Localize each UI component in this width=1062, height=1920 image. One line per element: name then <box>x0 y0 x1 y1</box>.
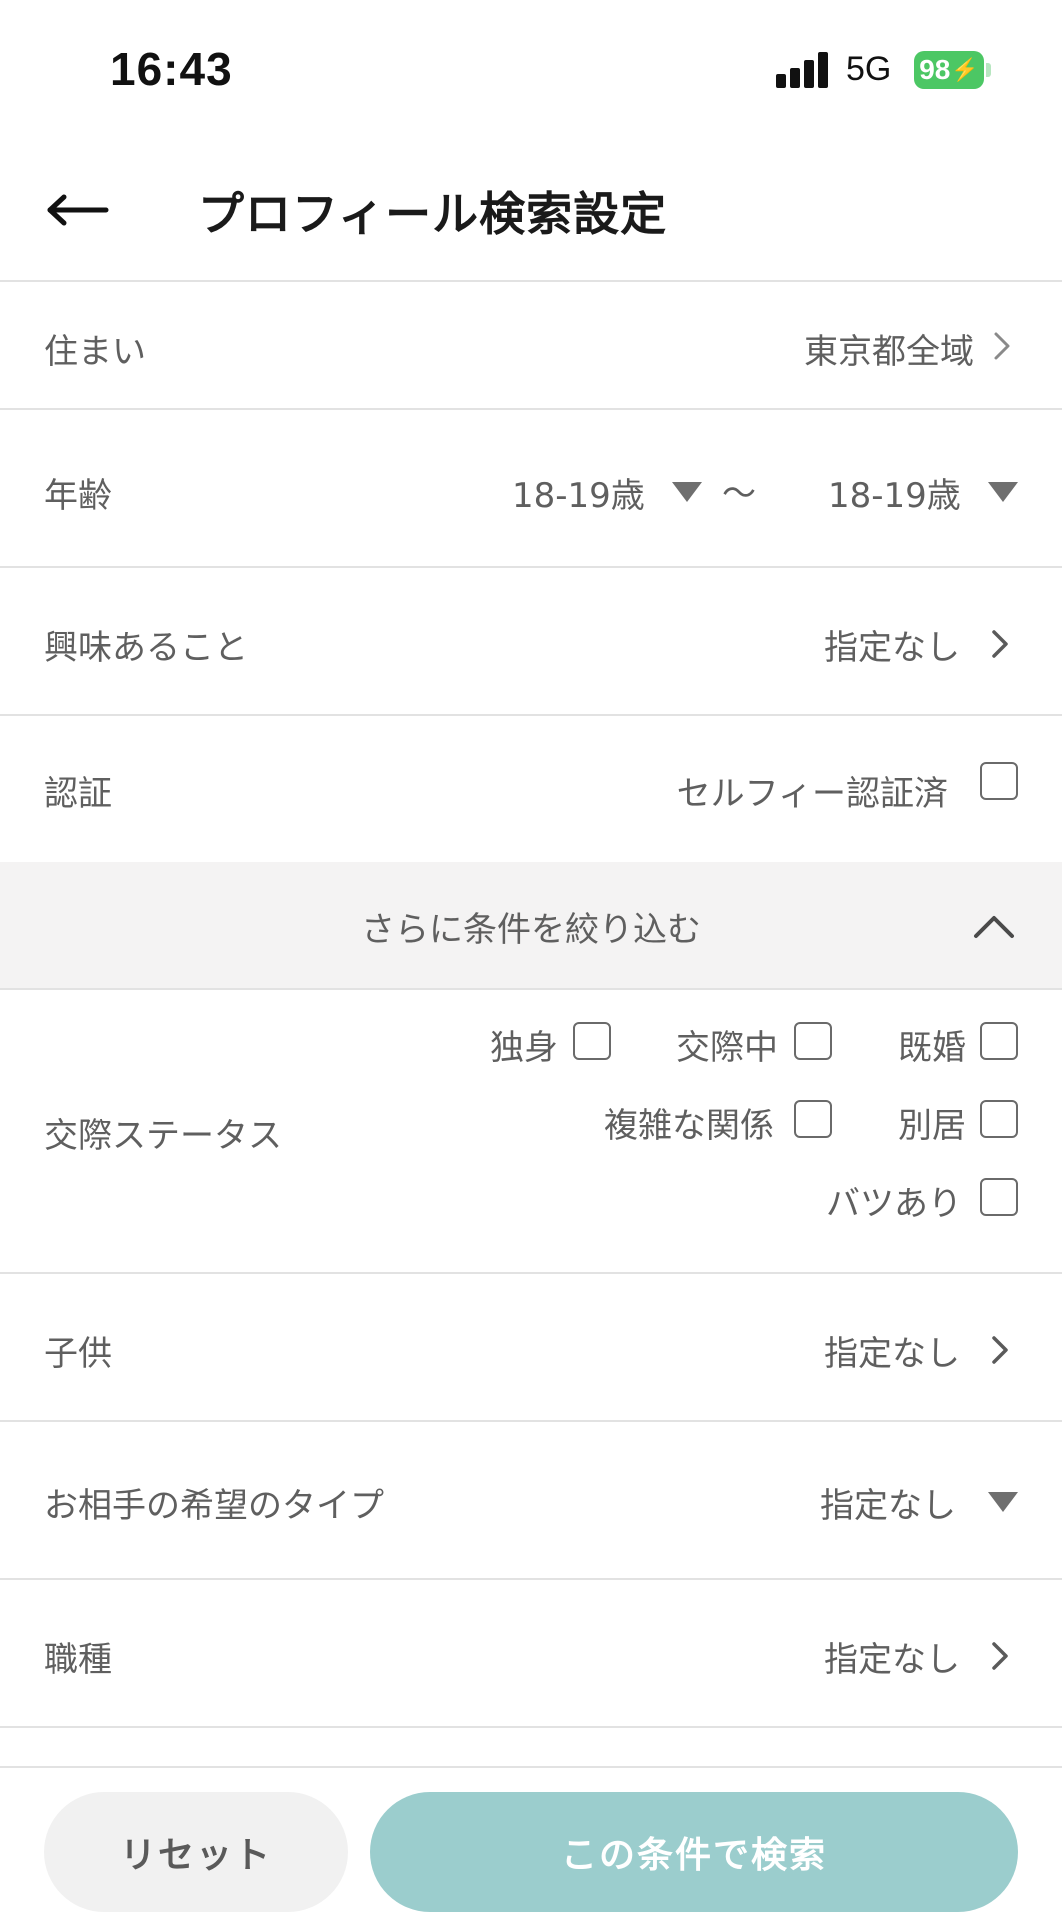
age-separator: 〜 <box>722 474 756 514</box>
dropdown-arrow-icon[interactable] <box>988 482 1018 502</box>
verification-label: 認証 <box>44 774 112 814</box>
interests-label: 興味あること <box>44 628 248 668</box>
search-button[interactable]: この条件で検索 <box>370 1792 1018 1912</box>
status-dating-label: 交際中 <box>676 1028 778 1068</box>
status-single-label: 独身 <box>490 1028 558 1068</box>
relationship-status-label: 交際ステータス <box>44 1116 282 1156</box>
occupation-label: 職種 <box>44 1640 112 1680</box>
relationship-status-row: 交際ステータス 独身 交際中 既婚 複雑な関係 別居 バツあり <box>0 990 1062 1272</box>
dropdown-arrow-icon <box>988 1492 1018 1512</box>
age-max-select[interactable]: 18-19歳 <box>828 468 961 517</box>
chevron-right-icon <box>994 332 1010 360</box>
occupation-row[interactable]: 職種 指定なし <box>0 1580 1062 1726</box>
status-complicated-label: 複雑な関係 <box>604 1106 774 1146</box>
children-row[interactable]: 子供 指定なし <box>0 1274 1062 1420</box>
status-single-checkbox[interactable] <box>573 1022 611 1060</box>
search-settings-screen: 16:43 5G 98 ⚡ プロフィール検索設定 住まい 東京都全域 年齢 18… <box>0 0 1062 1920</box>
status-divorced-label: バツあり <box>826 1184 962 1224</box>
status-divorced-checkbox[interactable] <box>980 1178 1018 1216</box>
network-type: 5G <box>846 50 892 88</box>
residence-value: 東京都全域 <box>804 332 974 372</box>
selfie-verified-checkbox[interactable] <box>980 762 1018 800</box>
residence-label: 住まい <box>44 332 146 372</box>
battery-level: 98 <box>919 54 951 85</box>
status-bar: 16:43 5G 98 ⚡ <box>0 0 1062 140</box>
children-value: 指定なし <box>824 1334 960 1374</box>
header: プロフィール検索設定 <box>0 140 1062 280</box>
status-separated-checkbox[interactable] <box>980 1100 1018 1138</box>
interests-value: 指定なし <box>824 628 960 668</box>
chevron-up-icon <box>974 916 1014 938</box>
partner-type-value: 指定なし <box>820 1486 956 1526</box>
age-label: 年齢 <box>44 476 112 516</box>
status-married-label: 既婚 <box>898 1028 966 1068</box>
verification-row: 認証 セルフィー認証済 <box>0 716 1062 862</box>
interests-row[interactable]: 興味あること 指定なし <box>0 568 1062 714</box>
partner-type-row[interactable]: お相手の希望のタイプ 指定なし <box>0 1422 1062 1578</box>
dropdown-arrow-icon[interactable] <box>672 482 702 502</box>
status-time: 16:43 <box>110 43 233 95</box>
chevron-right-icon <box>992 630 1008 658</box>
partner-type-label: お相手の希望のタイプ <box>44 1486 384 1526</box>
bottom-action-bar: リセット この条件で検索 <box>0 1768 1062 1920</box>
divider <box>0 1726 1062 1728</box>
selfie-verified-label: セルフィー認証済 <box>676 774 948 814</box>
status-separated-label: 別居 <box>898 1106 966 1146</box>
battery-nub <box>986 63 991 77</box>
age-row: 年齢 18-19歳 〜 18-19歳 <box>0 410 1062 566</box>
more-filters-label: さらに条件を絞り込む <box>361 910 701 950</box>
residence-row[interactable]: 住まい 東京都全域 <box>0 282 1062 408</box>
chevron-right-icon <box>992 1642 1008 1670</box>
charging-bolt-icon: ⚡ <box>951 57 979 82</box>
page-title: プロフィール検索設定 <box>198 187 668 241</box>
age-min-select[interactable]: 18-19歳 <box>512 468 645 517</box>
status-dating-checkbox[interactable] <box>794 1022 832 1060</box>
reset-button[interactable]: リセット <box>44 1792 348 1912</box>
signal-icon <box>776 52 830 88</box>
battery-icon: 98 ⚡ <box>914 51 984 89</box>
occupation-value: 指定なし <box>824 1640 960 1680</box>
status-complicated-checkbox[interactable] <box>794 1100 832 1138</box>
back-arrow-icon[interactable] <box>42 180 112 240</box>
status-married-checkbox[interactable] <box>980 1022 1018 1060</box>
children-label: 子供 <box>44 1334 112 1374</box>
chevron-right-icon <box>992 1336 1008 1364</box>
more-filters-toggle[interactable]: さらに条件を絞り込む <box>0 862 1062 990</box>
